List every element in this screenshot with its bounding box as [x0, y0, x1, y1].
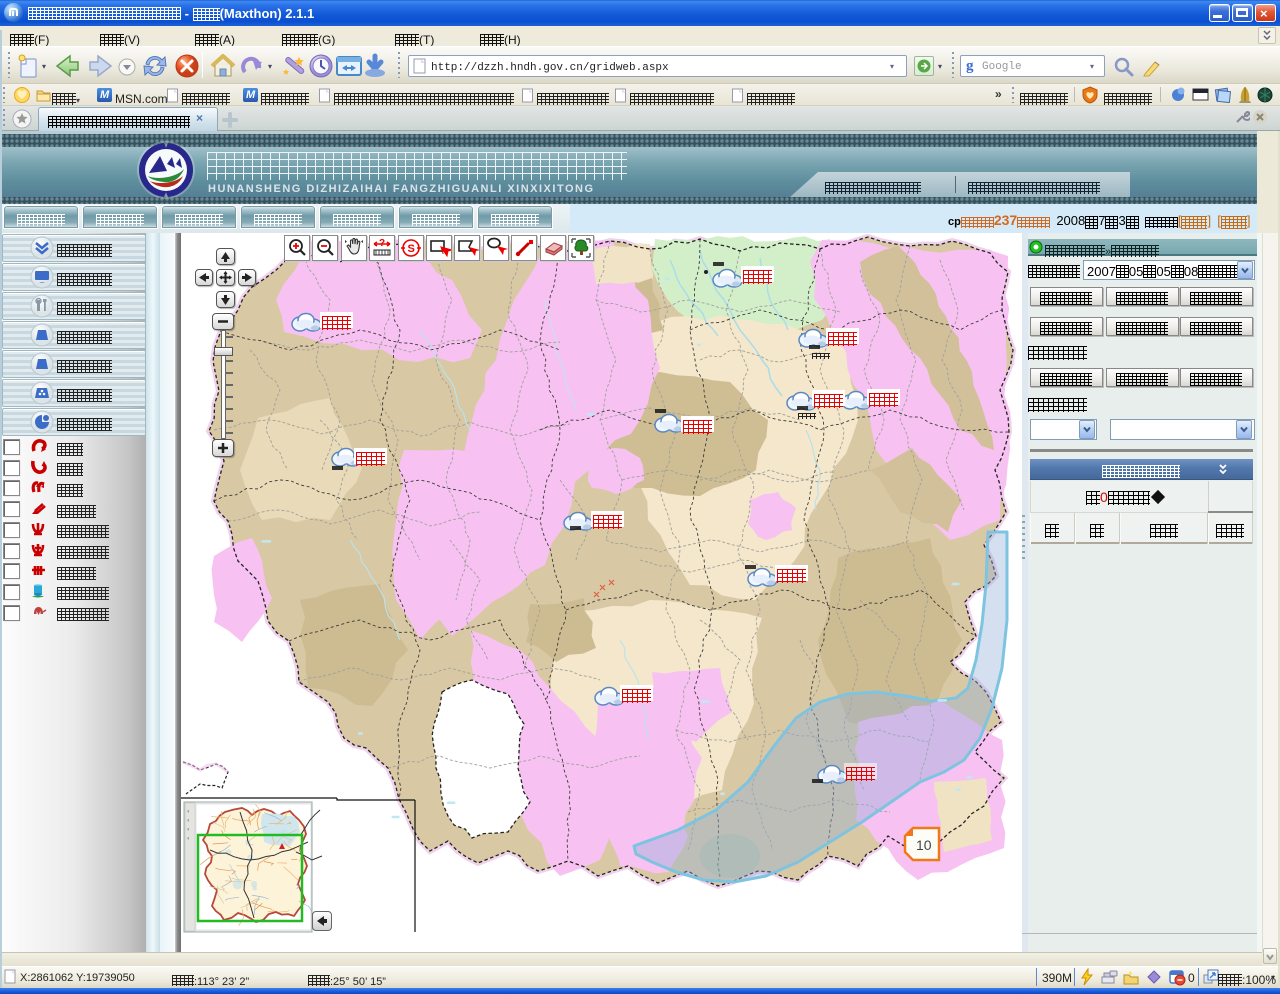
- svg-text:S: S: [408, 243, 415, 255]
- svg-text:|||: |||: [187, 836, 190, 840]
- svg-text:|||: |||: [187, 827, 190, 831]
- svg-text:|||: |||: [187, 818, 190, 822]
- svg-text:|||: |||: [187, 809, 190, 813]
- svg-text:?: ?: [379, 238, 385, 249]
